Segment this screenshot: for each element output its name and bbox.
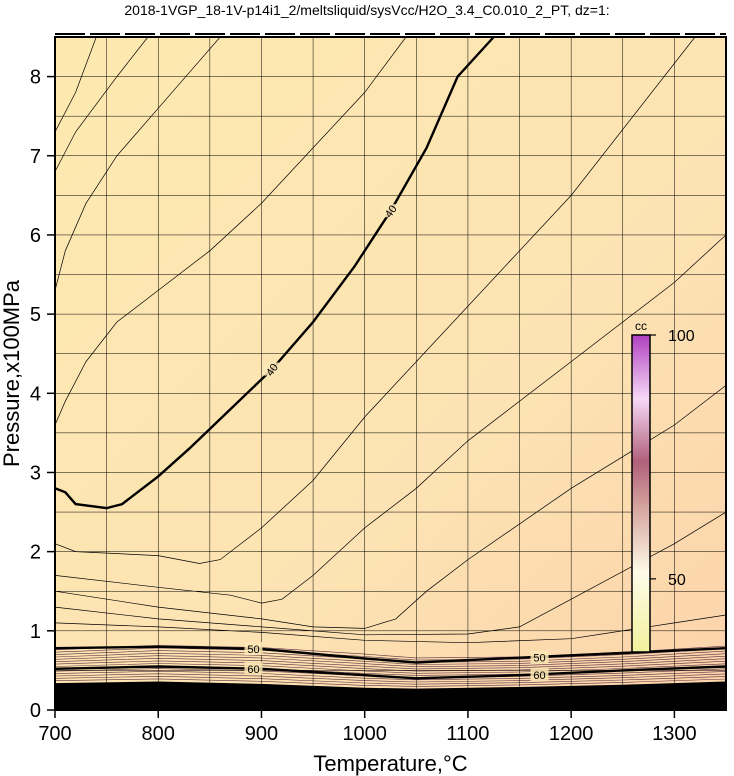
x-tick-label: 1000 bbox=[342, 723, 387, 745]
x-tick-label: 700 bbox=[38, 723, 71, 745]
x-tick-label: 1100 bbox=[446, 723, 489, 745]
colorbar-title: cc bbox=[635, 319, 647, 333]
y-tick-label: 5 bbox=[30, 304, 41, 326]
x-tick-label: 1300 bbox=[652, 723, 697, 745]
x-tick-label: 800 bbox=[142, 723, 175, 745]
y-tick-label: 7 bbox=[30, 146, 41, 168]
colorbar-tick-label: 100 bbox=[668, 328, 695, 345]
contour-label-50: 50 bbox=[247, 644, 259, 656]
y-tick-label: 4 bbox=[30, 383, 41, 405]
contour-label-50: 50 bbox=[533, 653, 545, 665]
y-tick-label: 3 bbox=[30, 462, 41, 484]
x-tick-label: 900 bbox=[245, 723, 278, 745]
x-tick-label: 1200 bbox=[549, 723, 594, 745]
colorbar-tick-label: 50 bbox=[668, 572, 686, 589]
contour-label-60: 60 bbox=[533, 670, 545, 682]
y-axis-label: Pressure,x100MPa bbox=[0, 279, 24, 467]
y-tick-label: 6 bbox=[30, 225, 41, 247]
y-tick-label: 2 bbox=[30, 542, 41, 564]
contour-chart: 404050506060 700 800 900 1000 1100 1200 130001… bbox=[0, 33, 727, 776]
x-axis-label: Temperature,°C bbox=[313, 751, 467, 776]
plot-background bbox=[55, 37, 726, 710]
y-tick-label: 8 bbox=[30, 67, 41, 89]
colorbar bbox=[631, 334, 651, 653]
y-tick-label: 1 bbox=[30, 621, 41, 643]
contour-label-60: 60 bbox=[247, 664, 259, 676]
y-tick-label: 0 bbox=[30, 700, 41, 722]
